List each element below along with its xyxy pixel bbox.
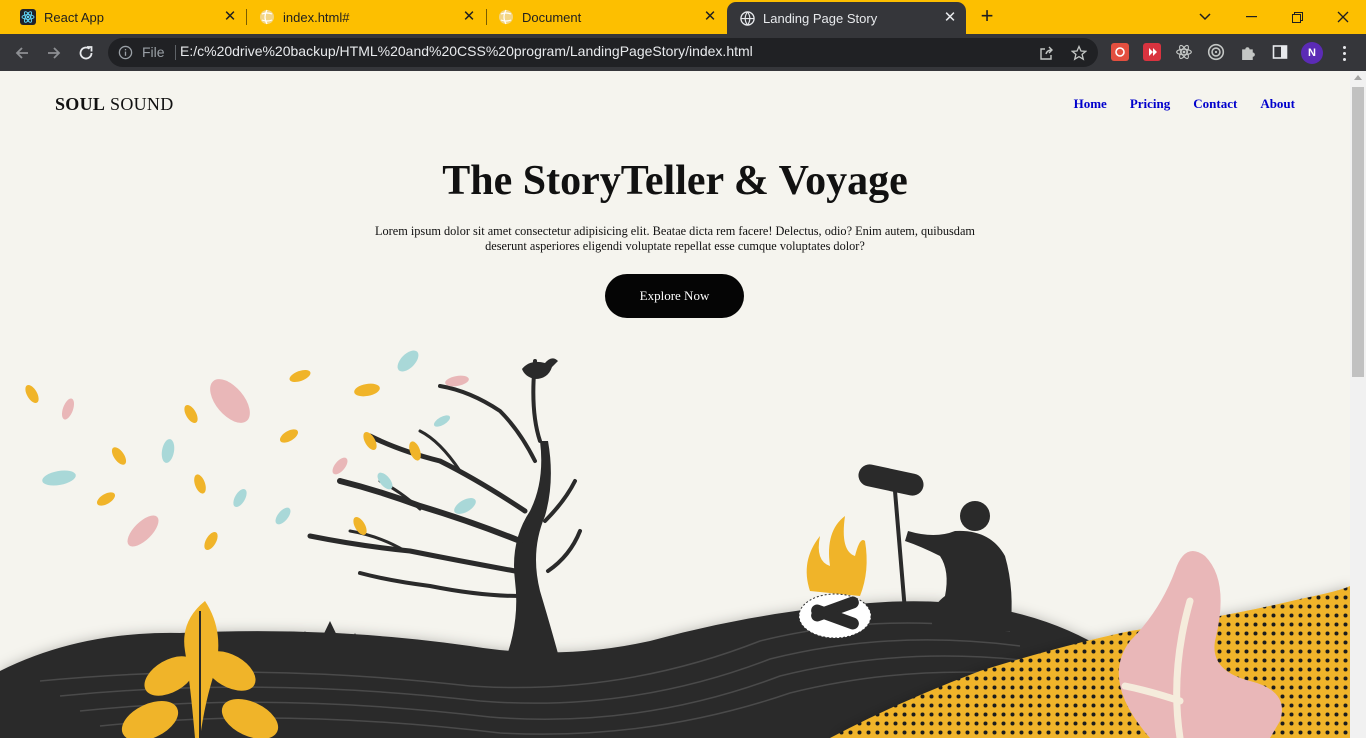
falling-leaves	[25, 350, 476, 551]
minimize-button[interactable]	[1228, 0, 1274, 34]
close-icon[interactable]: ✕	[702, 9, 718, 25]
arrow-left-icon	[15, 47, 28, 59]
close-icon	[1337, 11, 1349, 23]
record-extension-icon[interactable]	[1111, 43, 1129, 61]
nav-contact[interactable]: Contact	[1193, 96, 1237, 112]
react-devtools-icon[interactable]	[1175, 43, 1193, 61]
globe-icon	[739, 10, 755, 26]
bookmark-star-icon[interactable]	[1070, 44, 1088, 62]
nav-home[interactable]: Home	[1074, 96, 1107, 112]
tab-index-html[interactable]: index.html# ✕	[239, 0, 485, 34]
globe-icon	[259, 9, 275, 25]
share-icon[interactable]	[1038, 44, 1056, 62]
address-bar[interactable]: File E:/c%20drive%20backup/HTML%20and%20…	[108, 38, 1098, 67]
minimize-icon	[1245, 16, 1257, 18]
side-panel-icon[interactable]	[1271, 43, 1289, 61]
close-icon[interactable]: ✕	[222, 9, 238, 25]
nav-about[interactable]: About	[1260, 96, 1295, 112]
nav-pricing[interactable]: Pricing	[1130, 96, 1170, 112]
divider	[175, 45, 176, 60]
explore-now-button[interactable]: Explore Now	[605, 274, 744, 318]
arrow-right-icon	[48, 47, 61, 59]
chevron-down-icon	[1199, 13, 1211, 21]
pine-trees	[294, 621, 365, 663]
tab-title: Document	[522, 9, 582, 25]
close-icon[interactable]: ✕	[942, 10, 958, 26]
browser-toolbar: File E:/c%20drive%20backup/HTML%20and%20…	[0, 34, 1366, 71]
tab-title: Landing Page Story	[763, 10, 878, 26]
restore-icon	[1291, 11, 1303, 23]
close-icon[interactable]: ✕	[461, 9, 477, 25]
target-extension-icon[interactable]	[1207, 43, 1225, 61]
scheme-label: File	[142, 44, 165, 60]
campfire	[798, 516, 872, 639]
react-icon	[20, 9, 36, 25]
restore-button[interactable]	[1274, 0, 1320, 34]
kebab-menu-icon[interactable]	[1334, 42, 1354, 64]
logo-rest: SOUND	[105, 94, 174, 114]
media-extension-icon[interactable]	[1143, 43, 1161, 61]
hero-title: The StoryTeller & Voyage	[442, 158, 908, 204]
profile-avatar[interactable]: N	[1301, 42, 1323, 64]
tab-search-button[interactable]	[1182, 0, 1228, 34]
scroll-up-arrow-icon[interactable]	[1354, 75, 1362, 80]
info-icon[interactable]	[118, 45, 133, 65]
tab-landing-page-story[interactable]: Landing Page Story ✕	[727, 2, 966, 34]
reload-icon	[79, 46, 93, 60]
tab-document[interactable]: Document ✕	[478, 0, 726, 34]
browser-tab-bar: React App ✕ index.html# ✕ Document ✕ Lan…	[0, 0, 1366, 34]
scroll-thumb[interactable]	[1352, 87, 1364, 377]
tab-title: React App	[44, 9, 104, 25]
hero-illustration	[0, 350, 1350, 738]
hero-description: Lorem ipsum dolor sit amet consectetur a…	[375, 224, 975, 253]
logo-bold: SOUL	[55, 94, 106, 114]
tab-react-app[interactable]: React App ✕	[0, 0, 246, 34]
tab-title: index.html#	[283, 9, 350, 25]
main-nav: Home Pricing Contact About	[1074, 96, 1295, 112]
back-button[interactable]	[10, 41, 34, 65]
page-scrollbar[interactable]	[1350, 71, 1366, 738]
url-text[interactable]: E:/c%20drive%20backup/HTML%20and%20CSS%2…	[180, 43, 753, 59]
page-viewport: SOUL SOUND Home Pricing Contact About Th…	[0, 71, 1350, 738]
puzzle-icon[interactable]	[1239, 43, 1257, 61]
close-window-button[interactable]	[1320, 0, 1366, 34]
bird	[522, 358, 558, 379]
reload-button[interactable]	[74, 41, 98, 65]
windswept-tree	[307, 359, 582, 661]
globe-icon	[498, 9, 514, 25]
new-tab-button[interactable]: +	[976, 5, 998, 28]
forward-button[interactable]	[42, 41, 66, 65]
site-logo[interactable]: SOUL SOUND	[55, 94, 174, 115]
